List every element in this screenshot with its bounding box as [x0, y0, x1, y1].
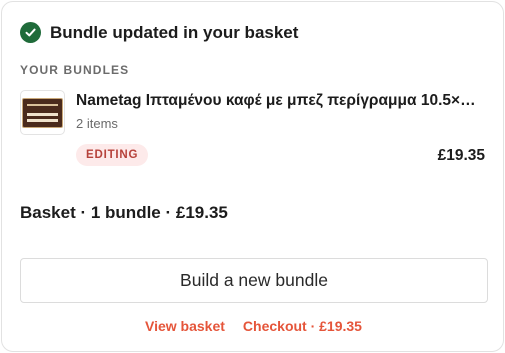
basket-summary: Basket · 1 bundle · £19.35: [20, 203, 228, 222]
view-basket-link[interactable]: View basket: [145, 318, 225, 334]
checkout-link[interactable]: Checkout · £19.35: [243, 318, 362, 334]
editing-status-badge: EDITING: [76, 144, 149, 166]
bundle-item-count: 2 items: [76, 116, 118, 131]
bundle-updated-panel: Bundle updated in your basket YOUR BUNDL…: [1, 1, 504, 352]
header-title: Bundle updated in your basket: [50, 22, 299, 42]
bundle-price: £19.35: [437, 147, 485, 164]
nametag-thumbnail: [20, 90, 65, 135]
section-label-your-bundles: YOUR BUNDLES: [20, 63, 130, 77]
footer-links: View basket Checkout · £19.35: [2, 318, 505, 334]
nametag-image: [22, 97, 63, 128]
build-new-bundle-button[interactable]: Build a new bundle: [20, 258, 488, 303]
check-circle-icon: [20, 22, 41, 43]
panel-header: Bundle updated in your basket: [20, 22, 298, 43]
bundle-title[interactable]: Nametag Ιπταμένου καφέ με μπεζ περίγραμμ…: [76, 92, 490, 110]
